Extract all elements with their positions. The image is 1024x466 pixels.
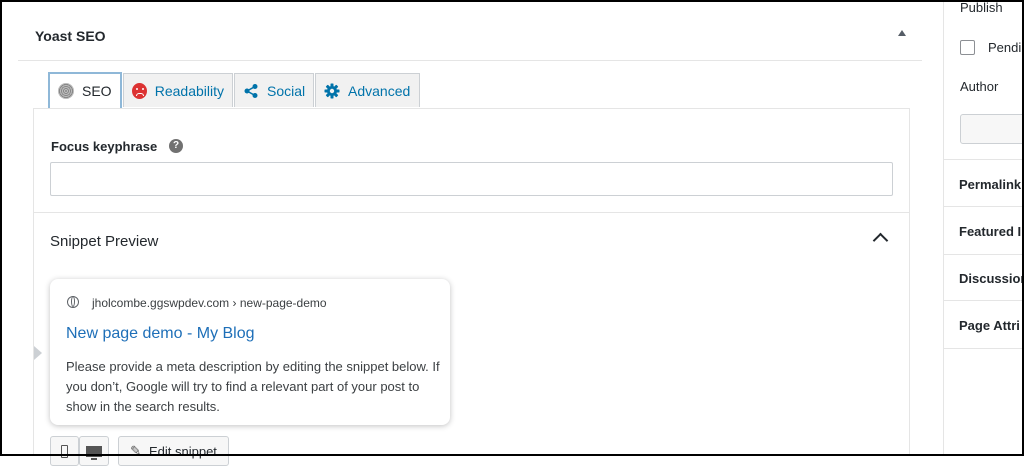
mobile-preview-button[interactable] <box>50 436 79 466</box>
tab-advanced[interactable]: Advanced <box>315 73 420 107</box>
metabox-header[interactable]: Yoast SEO <box>18 10 922 61</box>
google-snippet-card: jholcombe.ggswpdev.com › new-page-demo N… <box>50 279 450 425</box>
seo-score-icon <box>58 83 74 99</box>
tab-seo[interactable]: SEO <box>48 72 122 108</box>
pending-label: Pendi <box>988 40 1022 55</box>
sidebar-divider <box>944 348 1024 349</box>
share-icon <box>243 83 259 99</box>
sidebar-divider <box>944 254 1024 255</box>
tab-advanced-label: Advanced <box>348 82 411 99</box>
tab-seo-label: SEO <box>82 83 112 99</box>
sidebar-item-featured-image[interactable]: Featured I <box>959 224 1021 239</box>
metabox-title: Yoast SEO <box>35 28 106 44</box>
publish-label: Publish <box>960 0 1003 15</box>
edit-snippet-label: Edit snippet <box>148 443 217 459</box>
sidebar-item-permalink[interactable]: Permalink <box>959 177 1021 192</box>
tab-readability[interactable]: Readability <box>123 73 233 107</box>
tab-social-label: Social <box>267 82 306 99</box>
snippet-description[interactable]: Please provide a meta description by edi… <box>66 357 441 417</box>
pencil-icon: ✎ <box>130 443 141 458</box>
desktop-icon <box>86 445 102 460</box>
chevron-up-icon[interactable] <box>872 232 889 249</box>
snippet-preview-title: Snippet Preview <box>50 233 159 250</box>
tab-readability-label: Readability <box>154 82 224 99</box>
yoast-seo-metabox: Yoast SEO SEO Readability Social Advance… <box>18 10 922 466</box>
sidebar-divider <box>944 300 1024 301</box>
author-select[interactable] <box>960 114 1024 144</box>
sad-face-icon <box>132 82 147 99</box>
sidebar-divider <box>944 159 1024 160</box>
help-icon[interactable]: ? <box>169 139 183 153</box>
gear-icon <box>324 83 340 99</box>
sidebar-item-discussion[interactable]: Discussion <box>959 271 1024 286</box>
snippet-page-title[interactable]: New page demo - My Blog <box>66 325 255 343</box>
collapse-toggle-icon[interactable] <box>898 30 906 36</box>
edit-snippet-button[interactable]: ✎ Edit snippet <box>118 436 229 466</box>
seo-panel: Focus keyphrase ? Snippet Preview jholco… <box>33 108 910 466</box>
globe-icon <box>67 296 79 308</box>
tab-social[interactable]: Social <box>234 73 314 107</box>
sidebar-item-page-attributes[interactable]: Page Attri <box>959 318 1020 333</box>
sidebar-divider <box>944 206 1024 207</box>
focus-keyphrase-input[interactable] <box>50 162 893 196</box>
snippet-url: jholcombe.ggswpdev.com › new-page-demo <box>92 296 327 310</box>
pending-checkbox[interactable] <box>960 40 975 55</box>
right-sidebar: Publish Pendi Author Permalink Featured … <box>943 0 1024 456</box>
desktop-preview-button[interactable] <box>79 436 109 466</box>
focus-keyphrase-label: Focus keyphrase <box>51 139 158 154</box>
author-label: Author <box>960 79 999 94</box>
section-divider <box>34 212 909 213</box>
collapse-caret-icon <box>34 346 42 360</box>
